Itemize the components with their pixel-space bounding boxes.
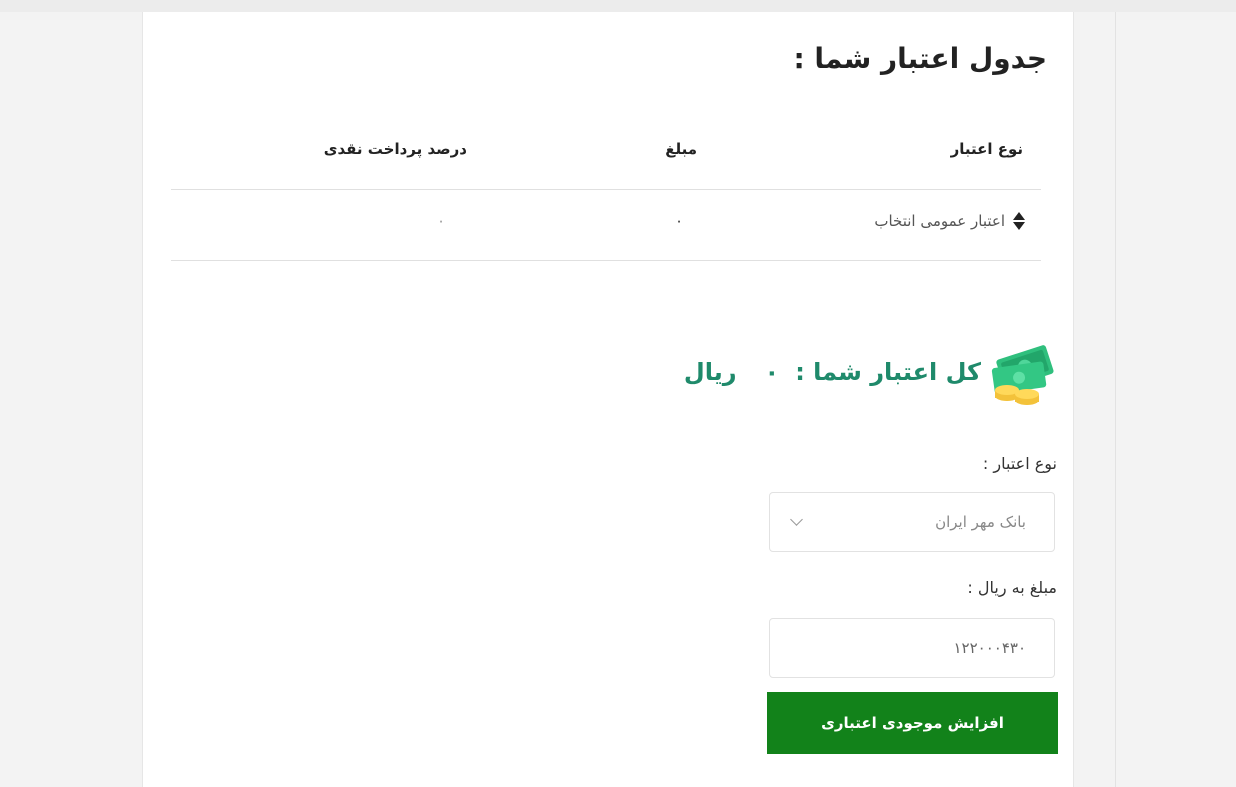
- total-credit: کل اعتبار شما : ۰ ریال: [684, 332, 1059, 412]
- credit-table-title: جدول اعتبار شما :: [793, 42, 1047, 75]
- money-icon: [991, 345, 1054, 405]
- credit-card-panel: جدول اعتبار شما : نوع اعتبار مبلغ درصد پ…: [142, 12, 1074, 787]
- row-cash-percent: ۰: [436, 212, 445, 230]
- sort-icon[interactable]: [1013, 212, 1025, 230]
- row-amount: ۰: [674, 212, 683, 230]
- chevron-down-icon: [790, 513, 803, 526]
- row-credit-type: اعتبار عمومی انتخاب: [874, 212, 1005, 230]
- table-row-divider: [171, 260, 1041, 261]
- total-credit-label: کل اعتبار شما :: [795, 358, 981, 386]
- top-bar: [0, 0, 1236, 12]
- right-rail-divider: [1115, 12, 1116, 787]
- credit-type-select[interactable]: بانک مهر ایران: [769, 492, 1055, 552]
- total-credit-value: ۰: [764, 358, 780, 386]
- header-credit-type: نوع اعتبار: [950, 140, 1023, 158]
- increase-credit-button[interactable]: افزایش موجودی اعتباری: [767, 692, 1058, 754]
- amount-input[interactable]: [769, 618, 1055, 678]
- amount-label: مبلغ به ریال :: [967, 578, 1057, 597]
- header-amount: مبلغ: [665, 140, 697, 158]
- table-header-divider: [171, 189, 1041, 190]
- header-cash-percent: درصد پرداخت نقدی: [323, 140, 467, 158]
- total-credit-unit: ریال: [683, 358, 737, 386]
- table-row[interactable]: اعتبار عمومی انتخاب: [874, 212, 1025, 230]
- credit-type-selected-value: بانک مهر ایران: [935, 513, 1026, 531]
- credit-type-label: نوع اعتبار :: [982, 454, 1057, 473]
